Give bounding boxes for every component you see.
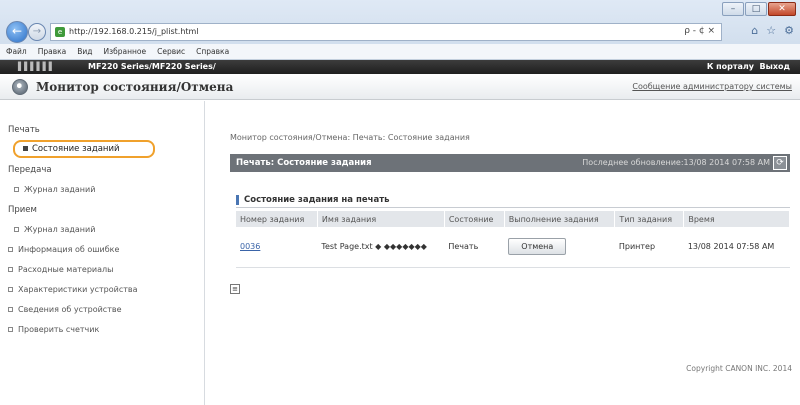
bullet-icon [8, 247, 13, 252]
sidebar-item-label: Журнал заданий [24, 225, 96, 234]
sidebar-item-label: Журнал заданий [24, 185, 96, 194]
monitor-icon [12, 79, 28, 95]
sidebar-item-job-status[interactable]: Состояние заданий [13, 140, 155, 158]
refresh-button[interactable]: ⟳ [773, 156, 787, 170]
favorites-icon[interactable]: ☆ [766, 24, 776, 37]
page-title: Монитор состояния/Отмена [36, 80, 234, 94]
sidebar-section-transfer[interactable]: Передача [8, 165, 52, 175]
column-job-number: Номер задания [236, 211, 318, 227]
sidebar-section-receive[interactable]: Прием [8, 205, 37, 215]
bullet-icon [14, 227, 19, 232]
maximize-button[interactable]: □ [745, 2, 767, 16]
last-update: Последнее обновление:13/08 2014 07:58 AM [582, 158, 770, 167]
sidebar-item-label: Проверить счетчик [18, 325, 100, 334]
sidebar-item-label: Информация об ошибке [18, 245, 120, 254]
sidebar-item-error-info[interactable]: Информация об ошибке [8, 245, 119, 254]
page-header: Монитор состояния/Отмена Сообщение админ… [0, 74, 800, 100]
sidebar-item-device-info[interactable]: Сведения об устройстве [8, 305, 122, 314]
table-header-row: Номер задания Имя задания Состояние Выпо… [236, 211, 790, 227]
sidebar-item-label: Сведения об устройстве [18, 305, 122, 314]
menu-view[interactable]: Вид [77, 44, 92, 59]
portal-link[interactable]: К порталу [707, 62, 754, 71]
column-status: Состояние [444, 211, 505, 227]
menu-favorites[interactable]: Избранное [104, 44, 147, 59]
bullet-icon [8, 327, 13, 332]
remote-ui-top-bar: ▌▌▌▌▌▌ MF220 Series/MF220 Series/ К порт… [0, 60, 800, 74]
breadcrumb: Монитор состояния/Отмена: Печать: Состоя… [230, 133, 470, 142]
address-text[interactable]: http://192.168.0.215/j_plist.html [69, 27, 199, 36]
window-title-strip: – □ ✕ [0, 0, 800, 22]
model-name: MF220 Series/MF220 Series/ [88, 62, 216, 71]
job-name: Test Page.txt ◆ ◆◆◆◆◆◆◆ [321, 242, 427, 252]
home-icon[interactable]: ⌂ [751, 24, 758, 37]
address-tools[interactable]: ρ - ¢ × [684, 26, 715, 36]
bullet-icon [23, 146, 28, 151]
sidebar-item-receive-log[interactable]: Журнал заданий [14, 225, 95, 234]
bar-title: Печать: Состояние задания [236, 158, 372, 168]
close-button[interactable]: ✕ [768, 2, 796, 16]
menu-edit[interactable]: Правка [38, 44, 67, 59]
browser-menu-bar: Файл Правка Вид Избранное Сервис Справка [0, 44, 800, 60]
bullet-icon [14, 187, 19, 192]
column-time: Время [683, 211, 790, 227]
navigation-row: ← → e http://192.168.0.215/j_plist.html … [0, 20, 800, 44]
sidebar-item-consumables[interactable]: Расходные материалы [8, 265, 113, 274]
sidebar-item-transfer-log[interactable]: Журнал заданий [14, 185, 95, 194]
browser-toolbar-icons: ⌂ ☆ ⚙ [751, 24, 794, 37]
sidebar-item-device-features[interactable]: Характеристики устройства [8, 285, 138, 294]
sidebar-item-label: Состояние заданий [32, 144, 120, 154]
admin-message-link[interactable]: Сообщение администратору системы [632, 82, 792, 91]
settings-icon[interactable]: ⚙ [784, 24, 794, 37]
job-type: Принтер [618, 242, 656, 252]
sidebar-item-label: Характеристики устройства [18, 285, 138, 294]
logout-link[interactable]: Выход [760, 62, 790, 71]
menu-file[interactable]: Файл [6, 44, 27, 59]
copyright: Copyright CANON INC. 2014 [686, 364, 792, 373]
divider [236, 207, 790, 208]
sidebar-item-check-counter[interactable]: Проверить счетчик [8, 325, 99, 334]
back-button[interactable]: ← [6, 21, 28, 43]
bullet-icon [8, 267, 13, 272]
minimize-button[interactable]: – [722, 2, 744, 16]
forward-button[interactable]: → [28, 23, 46, 41]
menu-tools[interactable]: Сервис [157, 44, 185, 59]
job-time: 13/08 2014 07:58 AM [687, 242, 775, 252]
list-icon[interactable]: ≡ [230, 284, 240, 294]
sidebar: Печать Состояние заданий Передача Журнал… [0, 101, 205, 405]
subheading: Состояние задания на печать [236, 195, 436, 205]
sidebar-section-print[interactable]: Печать [8, 125, 40, 135]
bullet-icon [8, 287, 13, 292]
menu-help[interactable]: Справка [196, 44, 229, 59]
column-action: Выполнение задания [504, 211, 616, 227]
window-controls: – □ ✕ [722, 2, 796, 16]
status-bar: Печать: Состояние задания Последнее обно… [230, 154, 790, 172]
cancel-button[interactable]: Отмена [508, 238, 567, 256]
address-bar[interactable]: e http://192.168.0.215/j_plist.html ρ - … [50, 23, 722, 41]
column-job-type: Тип задания [614, 211, 685, 227]
main-content: Монитор состояния/Отмена: Печать: Состоя… [222, 101, 800, 405]
job-status: Печать [448, 242, 479, 252]
sidebar-item-label: Расходные материалы [18, 265, 114, 274]
bullet-icon [8, 307, 13, 312]
device-name: ▌▌▌▌▌▌ [18, 62, 55, 71]
column-job-name: Имя задания [317, 211, 445, 227]
job-number-link[interactable]: 0036 [240, 242, 260, 251]
table-row: 0036 Test Page.txt ◆ ◆◆◆◆◆◆◆ Печать Отме… [236, 227, 790, 268]
browser-chrome: – □ ✕ ← → e http://192.168.0.215/j_plist… [0, 0, 800, 60]
jobs-table: Номер задания Имя задания Состояние Выпо… [236, 211, 790, 268]
site-icon: e [55, 27, 65, 37]
